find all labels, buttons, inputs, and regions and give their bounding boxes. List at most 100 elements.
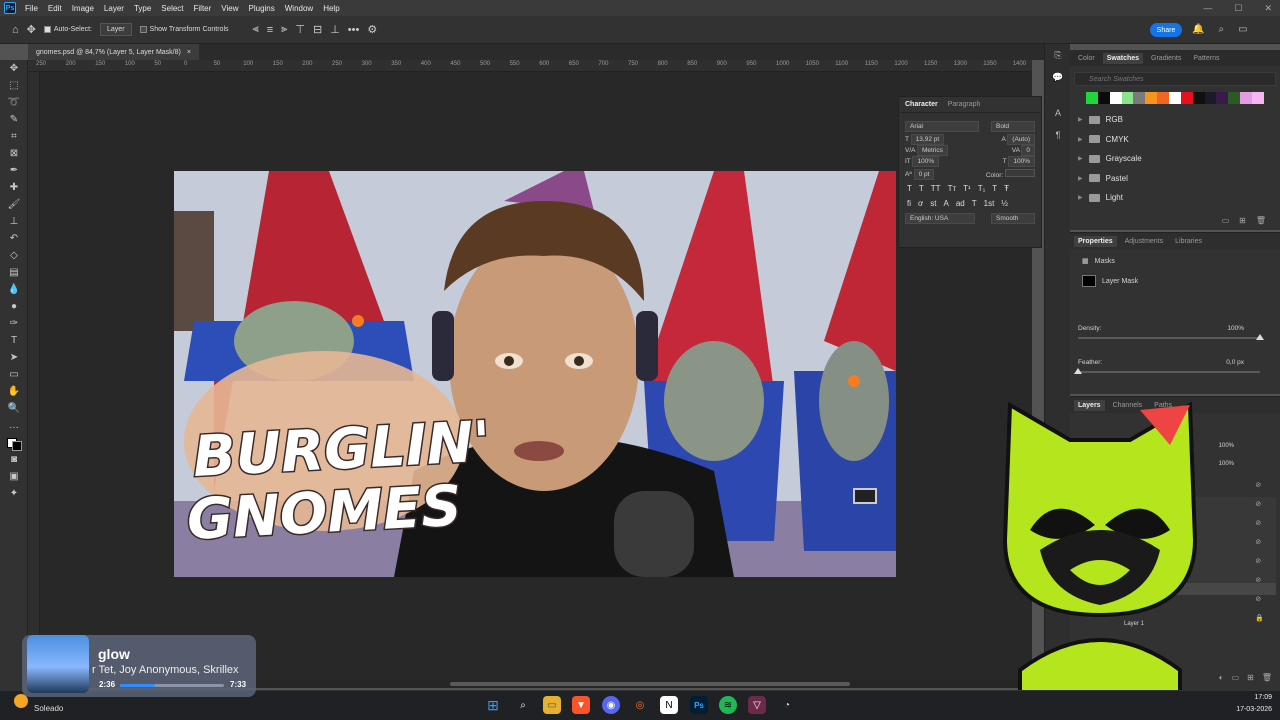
swatch[interactable] xyxy=(1240,92,1253,104)
delete-swatch-icon[interactable]: 🗑 xyxy=(1256,216,1266,225)
menu-select[interactable]: Select xyxy=(156,4,188,13)
minimize-icon[interactable]: — xyxy=(1203,3,1212,14)
healing-tool-icon[interactable]: ✚ xyxy=(0,179,28,196)
swatch[interactable] xyxy=(1097,92,1110,104)
file-explorer-icon[interactable]: ▭ xyxy=(543,696,561,714)
notifications-icon[interactable]: 🔔 xyxy=(1192,24,1204,35)
tab-color[interactable]: Color xyxy=(1074,53,1099,64)
search-icon[interactable]: ⌕ xyxy=(1218,24,1224,35)
swatch[interactable] xyxy=(1216,92,1229,104)
ligatures-button[interactable]: fi xyxy=(907,199,911,208)
comments-icon[interactable]: 💬 xyxy=(1045,66,1071,88)
align-bottom-icon[interactable]: ⊥ xyxy=(330,23,340,36)
auto-select-checkbox[interactable]: Auto-Select: xyxy=(43,26,92,33)
discretionary-button[interactable]: st xyxy=(930,199,936,208)
menu-layer[interactable]: Layer xyxy=(99,4,129,13)
folder-light[interactable]: ▶ Light xyxy=(1070,188,1280,208)
swatch[interactable] xyxy=(1145,92,1158,104)
link-icon[interactable]: ⊘ xyxy=(1255,481,1264,489)
titling-button[interactable]: T xyxy=(972,199,977,208)
menu-view[interactable]: View xyxy=(216,4,243,13)
leading-field[interactable]: (Auto) xyxy=(1007,134,1035,145)
folder-grayscale[interactable]: ▶ Grayscale xyxy=(1070,149,1280,169)
new-swatch-icon[interactable]: ⊞ xyxy=(1239,216,1246,225)
hand-tool-icon[interactable]: ✋ xyxy=(0,383,28,400)
dodge-tool-icon[interactable]: ● xyxy=(0,298,28,315)
workspace-icon[interactable]: ▭ xyxy=(1238,24,1247,35)
tab-paragraph[interactable]: Paragraph xyxy=(948,101,981,108)
swatch[interactable] xyxy=(1228,92,1241,104)
tracking-field[interactable]: 0 xyxy=(1021,145,1035,156)
generative-icon[interactable]: ✦ xyxy=(0,485,28,502)
new-group-icon[interactable]: ▭ xyxy=(1232,673,1240,682)
move-tool-icon[interactable]: ✥ xyxy=(0,60,28,77)
folder-pastel[interactable]: ▶ Pastel xyxy=(1070,169,1280,189)
brush-tool-icon[interactable]: 🖌 xyxy=(0,196,28,213)
app-icon[interactable]: ▽ xyxy=(748,696,766,714)
ordinals-button[interactable]: 1st xyxy=(984,199,995,208)
menu-filter[interactable]: Filter xyxy=(189,4,217,13)
density-value[interactable]: 100% xyxy=(1227,325,1244,332)
quick-mask-icon[interactable]: ◙ xyxy=(0,451,28,468)
language-select[interactable]: English: USA xyxy=(905,213,975,224)
type-tool-icon[interactable]: T xyxy=(0,332,28,349)
font-size-field[interactable]: 13,92 pt xyxy=(910,134,945,145)
add-mask-icon[interactable]: ◐ xyxy=(1219,673,1224,682)
font-style-field[interactable]: Bold xyxy=(991,121,1035,132)
menu-plugins[interactable]: Plugins xyxy=(244,4,280,13)
all-caps-button[interactable]: TT xyxy=(931,184,941,193)
kerning-field[interactable]: Metrics xyxy=(916,145,948,156)
tab-libraries[interactable]: Libraries xyxy=(1171,236,1206,247)
eraser-tool-icon[interactable]: ◇ xyxy=(0,247,28,264)
spotify-icon[interactable]: ≋ xyxy=(719,696,737,714)
folder-rgb[interactable]: ▶ RGB xyxy=(1070,110,1280,130)
menu-type[interactable]: Type xyxy=(129,4,156,13)
lock-icon[interactable]: 🔒 xyxy=(1255,614,1264,622)
swatches-search-input[interactable]: Search Swatches xyxy=(1074,72,1276,86)
swatch[interactable] xyxy=(1180,92,1193,104)
swatch[interactable] xyxy=(1204,92,1217,104)
faux-bold-button[interactable]: T xyxy=(907,184,912,193)
tab-character[interactable]: Character xyxy=(905,101,938,108)
link-icon[interactable]: ⊘ xyxy=(1255,595,1264,603)
link-icon[interactable]: ⊘ xyxy=(1255,557,1264,565)
weather-label[interactable]: Soleado xyxy=(34,704,63,713)
scrollbar-thumb[interactable] xyxy=(450,682,850,686)
close-icon[interactable]: ✕ xyxy=(1264,3,1272,14)
old-style-button[interactable]: ơ xyxy=(918,199,923,208)
zoom-tool-icon[interactable]: 🔍 xyxy=(0,400,28,417)
show-transform-checkbox[interactable]: Show Transform Controls xyxy=(139,26,229,33)
align-top-icon[interactable]: ⊤ xyxy=(295,23,305,36)
lasso-tool-icon[interactable]: ➰ xyxy=(0,94,28,111)
quick-select-tool-icon[interactable]: ✎ xyxy=(0,111,28,128)
feather-slider[interactable] xyxy=(1078,371,1260,373)
clock-time[interactable]: 17:09 xyxy=(1230,694,1272,701)
swatch[interactable] xyxy=(1133,92,1146,104)
character-panel-icon[interactable]: A xyxy=(1045,102,1071,124)
tab-patterns[interactable]: Patterns xyxy=(1189,53,1223,64)
menu-window[interactable]: Window xyxy=(280,4,318,13)
swatch[interactable] xyxy=(1192,92,1205,104)
anti-alias-select[interactable]: Smooth xyxy=(991,213,1035,224)
frame-tool-icon[interactable]: ⊠ xyxy=(0,145,28,162)
align-right-icon[interactable]: ⫸ xyxy=(281,23,287,36)
menu-file[interactable]: File xyxy=(20,4,43,13)
density-slider[interactable] xyxy=(1078,337,1260,339)
feather-slider-thumb[interactable] xyxy=(1074,368,1082,374)
strikethrough-button[interactable]: Ŧ xyxy=(1004,184,1009,193)
superscript-button[interactable]: T¹ xyxy=(963,184,971,193)
swatch[interactable] xyxy=(1157,92,1170,104)
document-canvas[interactable]: BURGLIN' GNOMES xyxy=(174,171,896,577)
home-icon[interactable]: ⌂ xyxy=(12,24,19,36)
more-options-icon[interactable]: ••• xyxy=(348,24,360,36)
font-family-field[interactable]: Arial xyxy=(905,121,979,132)
faux-italic-button[interactable]: T xyxy=(919,184,924,193)
swatch[interactable] xyxy=(1121,92,1134,104)
menu-help[interactable]: Help xyxy=(318,4,344,13)
vertical-scale-field[interactable]: 100% xyxy=(912,156,940,167)
fractions-button[interactable]: ½ xyxy=(1001,199,1008,208)
swatch[interactable] xyxy=(1252,92,1264,104)
swatch[interactable] xyxy=(1109,92,1122,104)
clock-date[interactable]: 17-03-2026 xyxy=(1222,706,1272,713)
windows-start-icon[interactable]: ⊞ xyxy=(484,696,502,714)
